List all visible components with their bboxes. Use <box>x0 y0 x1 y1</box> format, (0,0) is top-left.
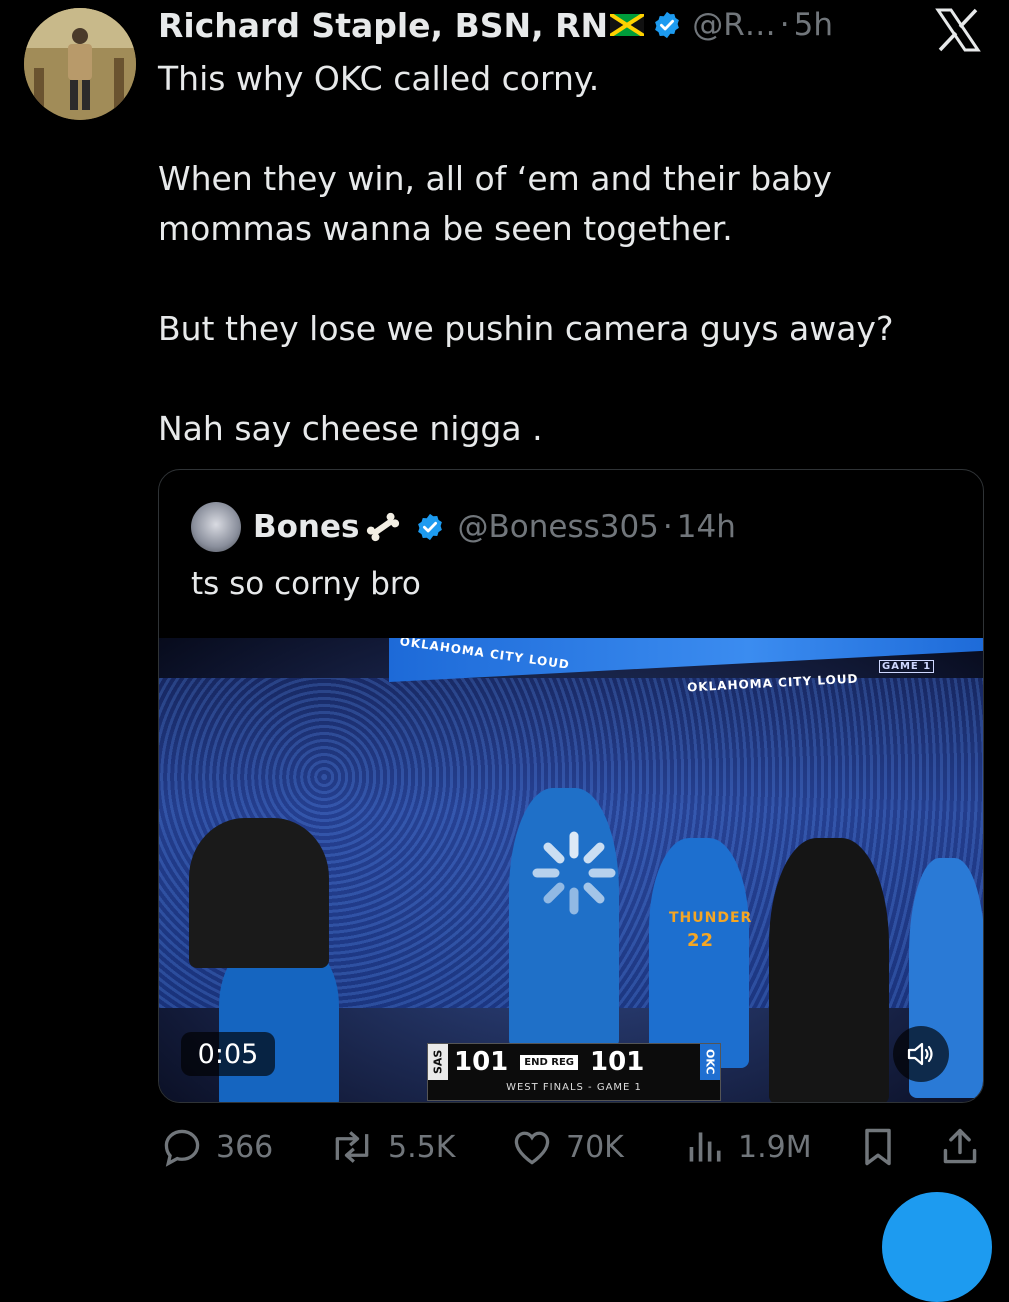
bookmark-button[interactable] <box>858 1122 910 1172</box>
home-score: 101 <box>590 1047 645 1077</box>
bone-emoji-icon <box>361 511 405 543</box>
view-count: 1.9M <box>738 1129 812 1165</box>
share-button[interactable] <box>940 1122 992 1172</box>
game-status: END REG <box>520 1054 579 1070</box>
quoted-tweet-time[interactable]: 14h <box>677 509 736 545</box>
action-bar: 366 5.5K 70K 1.9M <box>160 1122 982 1172</box>
author-name[interactable]: Richard Staple, BSN, RN <box>158 6 608 45</box>
reply-button[interactable]: 366 <box>160 1122 273 1172</box>
tweet-time[interactable]: 5h <box>794 7 833 43</box>
quoted-tweet[interactable]: Bones @Boness305 · 14h ts so corny bro O… <box>158 469 984 1103</box>
quoted-tweet-text: ts so corny bro <box>191 566 421 602</box>
person-figure <box>769 838 889 1102</box>
jamaica-flag-icon <box>609 12 646 38</box>
quoted-author-avatar[interactable] <box>191 502 241 552</box>
reply-count: 366 <box>216 1129 274 1165</box>
scorebug: SAS 101 END REG 101 OKC WEST FINALS - GA… <box>427 1043 721 1101</box>
jersey-text: THUNDER <box>669 910 753 926</box>
heart-icon <box>514 1131 550 1165</box>
repost-icon <box>335 1131 369 1163</box>
quoted-tweet-header: Bones @Boness305 · 14h <box>191 502 736 552</box>
repost-count: 5.5K <box>388 1129 456 1165</box>
tweet-text: This why OKC called corny. When they win… <box>158 59 894 448</box>
reply-icon <box>164 1129 200 1167</box>
separator-dot: · <box>779 7 790 43</box>
verified-badge-icon[interactable] <box>652 10 682 40</box>
away-team: SAS <box>428 1044 448 1080</box>
jersey-number: 22 <box>687 930 715 951</box>
home-team: OKC <box>700 1044 720 1080</box>
compose-button[interactable] <box>882 1192 992 1302</box>
repost-button[interactable]: 5.5K <box>328 1122 455 1172</box>
person-figure <box>189 818 329 968</box>
verified-badge-icon[interactable] <box>415 512 445 542</box>
speaker-icon <box>907 1042 933 1066</box>
like-count: 70K <box>566 1129 624 1165</box>
views-button[interactable]: 1.9M <box>686 1122 812 1172</box>
views-icon <box>689 1132 721 1162</box>
video-player[interactable]: OKLAHOMA CITY LOUD OKLAHOMA CITY LOUD GA… <box>159 638 983 1102</box>
series-label: WEST FINALS - GAME 1 <box>506 1082 642 1093</box>
video-duration: 0:05 <box>181 1032 275 1076</box>
separator-dot: · <box>662 509 673 545</box>
like-button[interactable]: 70K <box>510 1122 624 1172</box>
author-avatar[interactable] <box>24 8 136 120</box>
quoted-author-name[interactable]: Bones <box>253 509 359 545</box>
loading-spinner-icon <box>529 828 619 918</box>
bookmark-icon <box>865 1128 891 1166</box>
away-score: 101 <box>454 1047 509 1077</box>
game-label: GAME 1 <box>879 660 935 673</box>
x-logo-icon[interactable] <box>934 8 982 52</box>
volume-button[interactable] <box>893 1026 949 1082</box>
share-icon <box>943 1128 977 1164</box>
tweet-header: Richard Staple, BSN, RN @R… · 5h <box>158 2 833 48</box>
quoted-author-handle[interactable]: @Boness305 <box>457 509 658 545</box>
player-figure <box>649 838 749 1068</box>
author-handle[interactable]: @R… <box>692 7 776 43</box>
